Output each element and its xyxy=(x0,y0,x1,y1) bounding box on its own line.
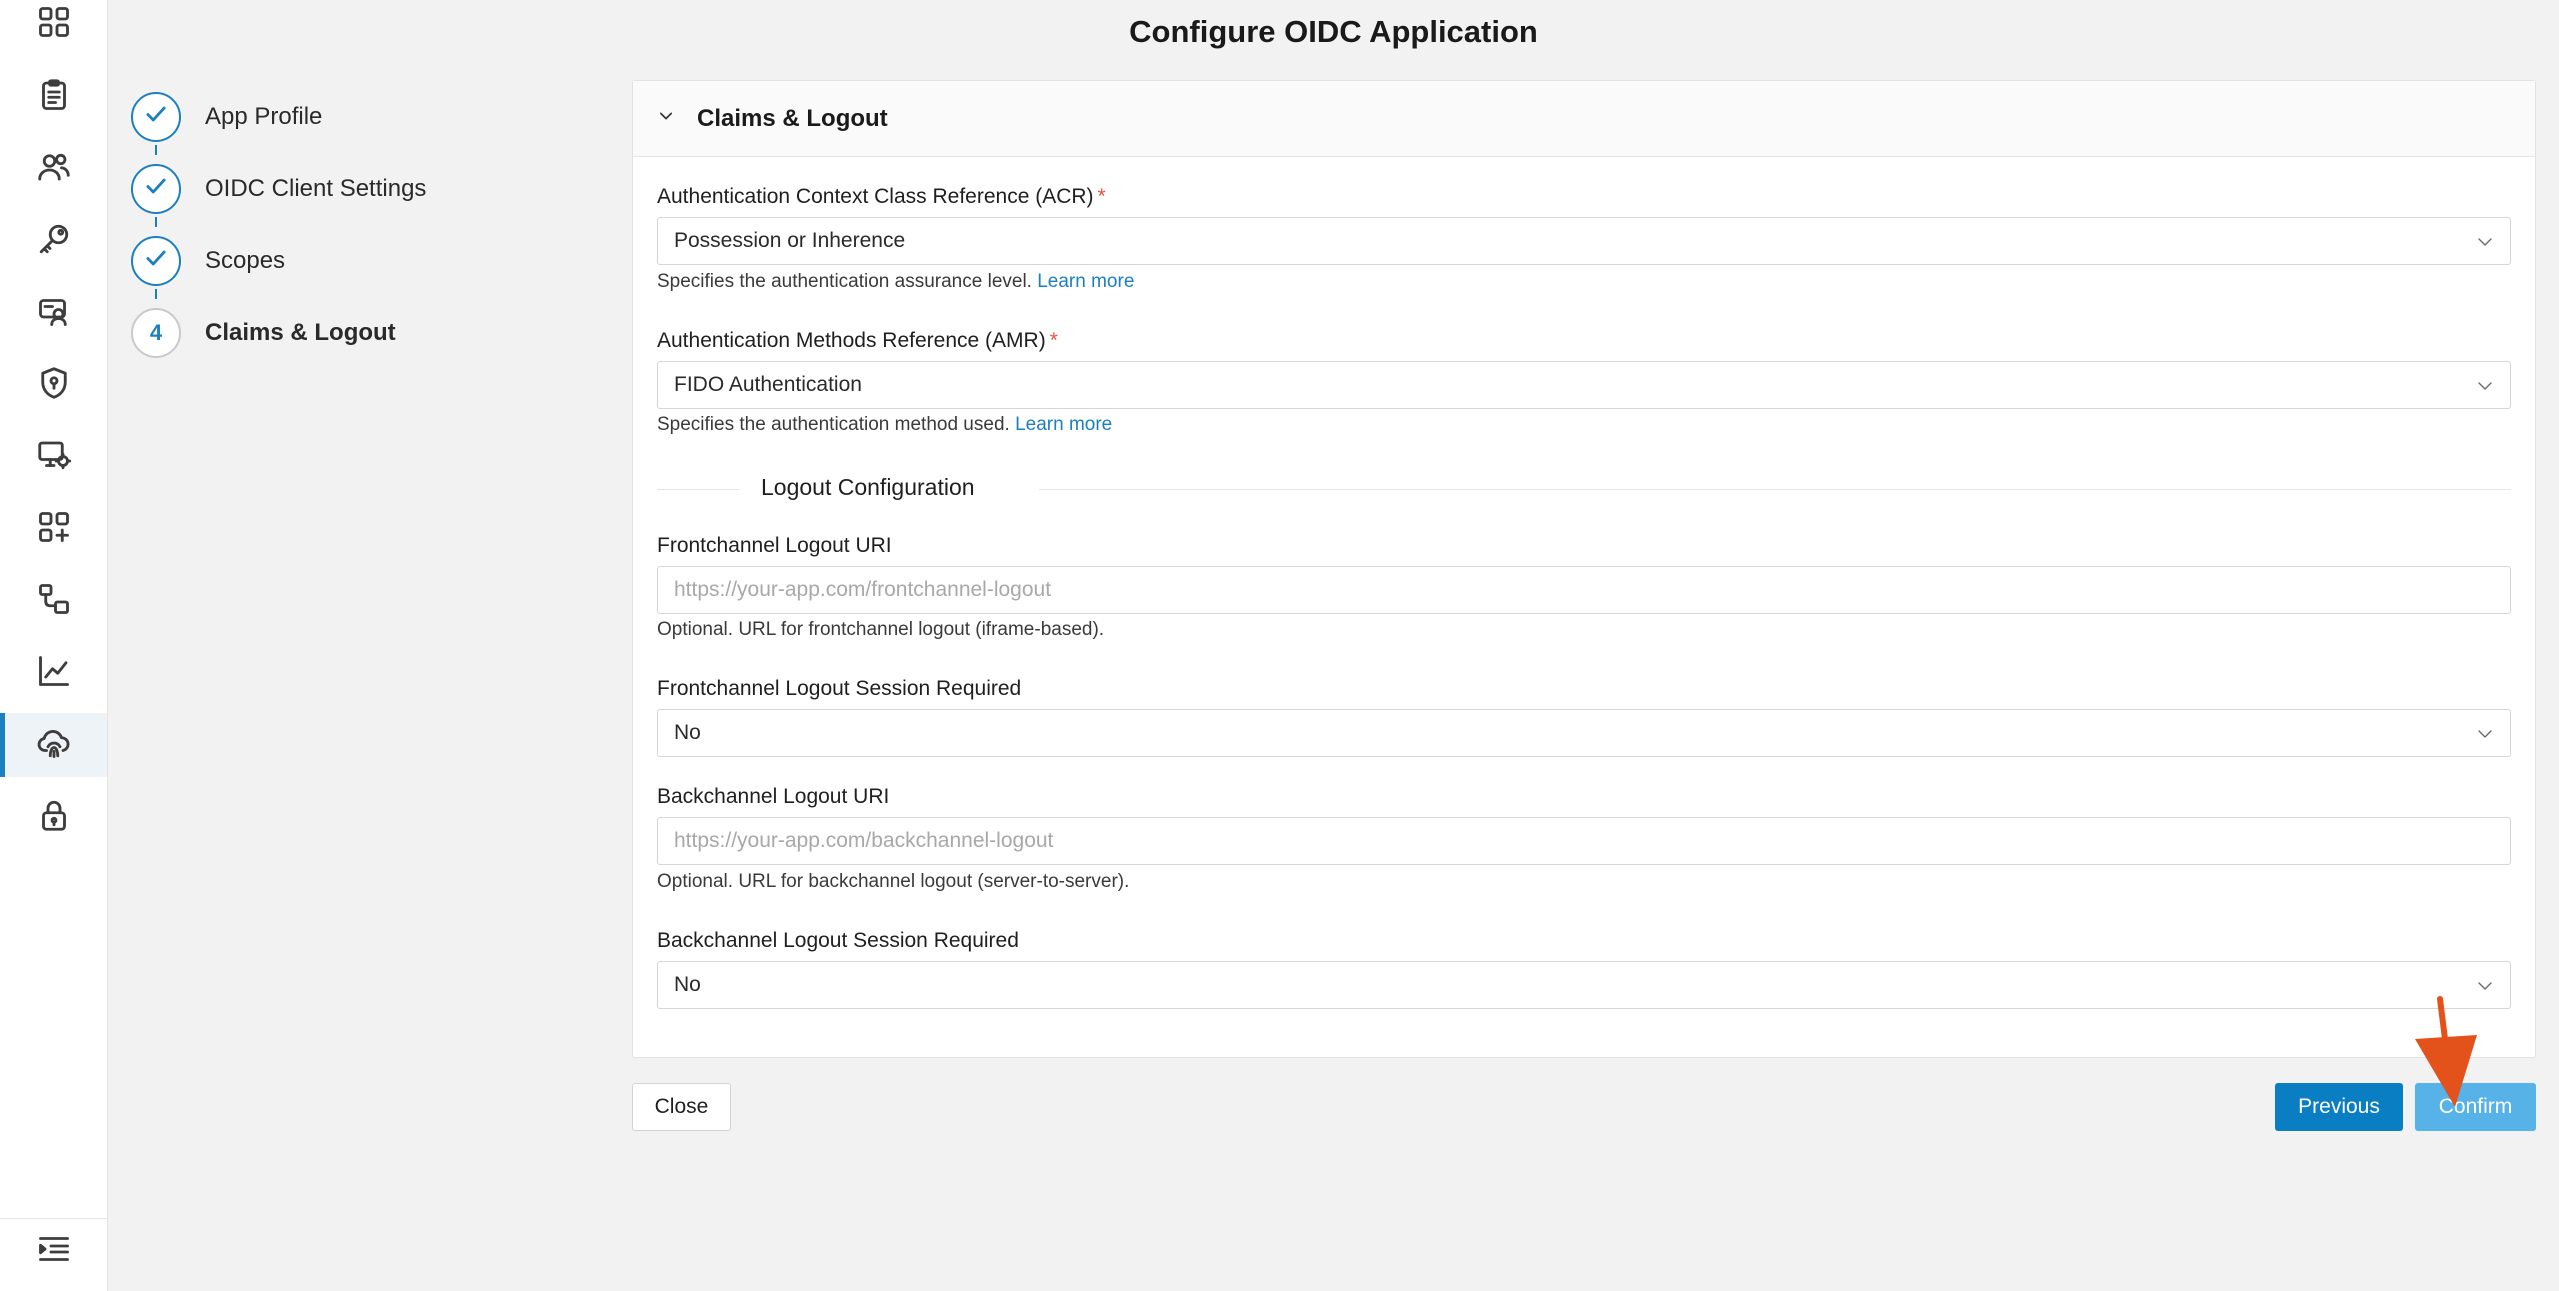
chevron-down-icon xyxy=(2476,977,2494,1001)
rail-item-clipboard[interactable] xyxy=(0,65,107,129)
rail-item-analytics[interactable] xyxy=(0,641,107,705)
divider-line xyxy=(1039,489,2511,490)
step-oidc-client-settings[interactable]: OIDC Client Settings xyxy=(131,164,426,214)
logout-section-divider: Logout Configuration xyxy=(657,474,2511,504)
amr-learn-more-link[interactable]: Learn more xyxy=(1015,414,1112,435)
backchannel-uri-input[interactable]: https://your-app.com/backchannel-logout xyxy=(657,817,2511,865)
rail-item-security[interactable] xyxy=(0,353,107,417)
required-asterisk: * xyxy=(1049,329,1058,352)
dashboard-icon xyxy=(36,4,72,45)
amr-selected-value: FIDO Authentication xyxy=(674,373,862,396)
step-label: App Profile xyxy=(205,103,323,130)
backchannel-uri-placeholder: https://your-app.com/backchannel-logout xyxy=(674,829,1054,852)
acr-selected-value: Possession or Inherence xyxy=(674,229,906,252)
step-connector xyxy=(155,289,157,299)
rail-item-add-apps[interactable] xyxy=(0,497,107,561)
step-complete-indicator xyxy=(131,92,181,142)
backchannel-session-label: Backchannel Logout Session Required xyxy=(657,929,1019,952)
collapse-menu-button[interactable] xyxy=(0,1219,107,1283)
step-scopes[interactable]: Scopes xyxy=(131,236,285,286)
checkmark-icon xyxy=(143,245,169,277)
frontchannel-uri-label: Frontchannel Logout URI xyxy=(657,534,892,557)
users-icon xyxy=(36,149,72,190)
backchannel-uri-label: Backchannel Logout URI xyxy=(657,785,890,808)
required-asterisk: * xyxy=(1097,185,1106,208)
frontchannel-session-select[interactable]: No xyxy=(657,709,2511,757)
close-button[interactable]: Close xyxy=(632,1083,731,1131)
key-icon xyxy=(36,221,72,262)
checkmark-icon xyxy=(143,173,169,205)
amr-label-text: Authentication Methods Reference (AMR) xyxy=(657,329,1046,352)
frontchannel-session-value: No xyxy=(674,721,701,744)
divider-line xyxy=(657,489,739,490)
amr-help-text: Specifies the authentication method used… xyxy=(657,414,1112,436)
amr-select[interactable]: FIDO Authentication xyxy=(657,361,2511,409)
rail-item-keys[interactable] xyxy=(0,209,107,273)
identity-card-icon xyxy=(36,293,72,334)
acr-help-text: Specifies the authentication assurance l… xyxy=(657,271,1134,293)
chevron-down-icon xyxy=(2476,725,2494,749)
monitor-settings-icon xyxy=(36,437,72,478)
step-label: OIDC Client Settings xyxy=(205,175,427,202)
chevron-down-icon xyxy=(657,107,675,130)
step-connector xyxy=(155,217,157,227)
logout-section-title: Logout Configuration xyxy=(761,474,975,500)
frontchannel-uri-placeholder: https://your-app.com/frontchannel-logout xyxy=(674,578,1052,601)
frontchannel-uri-input[interactable]: https://your-app.com/frontchannel-logout xyxy=(657,566,2511,614)
acr-label: Authentication Context Class Reference (… xyxy=(657,185,1106,209)
add-apps-icon xyxy=(36,509,72,550)
rail-item-cloud-identity[interactable] xyxy=(0,713,107,777)
shield-icon xyxy=(36,365,72,406)
panel-title: Claims & Logout xyxy=(697,104,888,132)
analytics-chart-icon xyxy=(36,653,72,694)
amr-label: Authentication Methods Reference (AMR) * xyxy=(657,329,1058,353)
step-complete-indicator xyxy=(131,236,181,286)
confirm-button[interactable]: Confirm xyxy=(2415,1083,2536,1131)
icon-sidebar xyxy=(0,0,108,1291)
frontchannel-session-label: Frontchannel Logout Session Required xyxy=(657,677,1022,700)
frontchannel-uri-help: Optional. URL for frontchannel logout (i… xyxy=(657,619,1105,640)
rail-item-users[interactable] xyxy=(0,137,107,201)
step-label: Scopes xyxy=(205,247,286,274)
acr-select[interactable]: Possession or Inherence xyxy=(657,217,2511,265)
chevron-down-icon xyxy=(2476,377,2494,401)
workflow-icon xyxy=(36,581,72,622)
rail-item-identity[interactable] xyxy=(0,281,107,345)
claims-logout-panel: Claims & Logout Authentication Context C… xyxy=(632,80,2536,1058)
collapse-menu-icon xyxy=(36,1231,72,1272)
page-title: Configure OIDC Application xyxy=(1129,14,1538,49)
amr-help: Specifies the authentication method used… xyxy=(657,414,1010,435)
backchannel-uri-help: Optional. URL for backchannel logout (se… xyxy=(657,871,1130,892)
backchannel-session-value: No xyxy=(674,973,701,996)
rail-item-workflow[interactable] xyxy=(0,569,107,633)
rail-item-devices[interactable] xyxy=(0,425,107,489)
panel-header-toggle[interactable]: Claims & Logout xyxy=(633,81,2535,157)
step-label: Claims & Logout xyxy=(205,319,396,346)
checkmark-icon xyxy=(143,101,169,133)
backchannel-session-select[interactable]: No xyxy=(657,961,2511,1009)
clipboard-icon xyxy=(36,77,72,118)
step-claims-logout[interactable]: 4 Claims & Logout xyxy=(131,308,396,358)
step-number: 4 xyxy=(131,308,181,358)
rail-item-lock[interactable] xyxy=(0,785,107,849)
acr-help: Specifies the authentication assurance l… xyxy=(657,271,1032,292)
cloud-fingerprint-icon xyxy=(36,725,72,766)
previous-button[interactable]: Previous xyxy=(2275,1083,2403,1131)
lock-icon xyxy=(36,797,72,838)
acr-learn-more-link[interactable]: Learn more xyxy=(1037,271,1134,292)
step-complete-indicator xyxy=(131,164,181,214)
step-app-profile[interactable]: App Profile xyxy=(131,92,322,142)
chevron-down-icon xyxy=(2476,233,2494,257)
rail-item-dashboard[interactable] xyxy=(0,0,107,56)
acr-label-text: Authentication Context Class Reference (… xyxy=(657,185,1094,208)
step-connector xyxy=(155,145,157,155)
